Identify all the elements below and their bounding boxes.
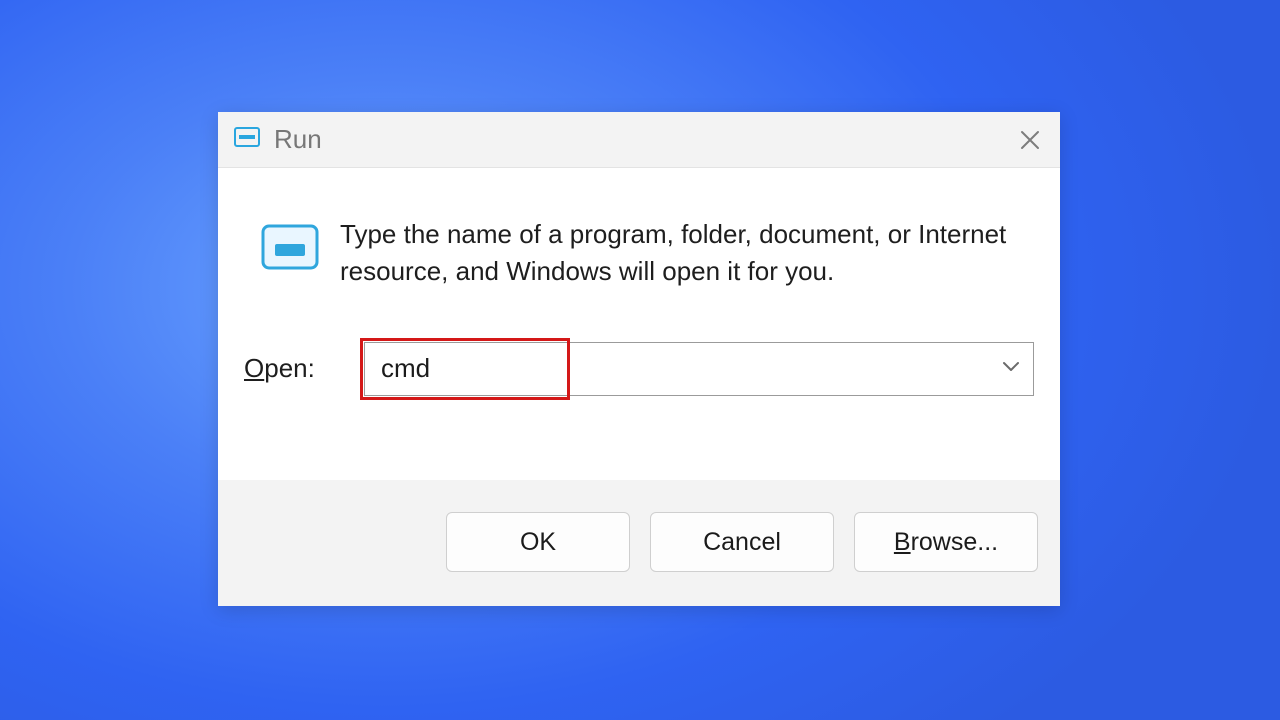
run-dialog: Run Type the name of a program, folder, …: [218, 112, 1060, 606]
dialog-body: Type the name of a program, folder, docu…: [218, 168, 1060, 480]
titlebar: Run: [218, 112, 1060, 168]
desktop-background: Run Type the name of a program, folder, …: [0, 0, 1280, 720]
run-app-icon: [234, 127, 260, 152]
open-label: Open:: [244, 353, 350, 384]
cancel-button[interactable]: Cancel: [650, 512, 834, 572]
open-input[interactable]: [364, 342, 1034, 396]
dialog-description: Type the name of a program, folder, docu…: [340, 216, 1034, 290]
ok-button[interactable]: OK: [446, 512, 630, 572]
open-combobox[interactable]: [364, 342, 1034, 396]
close-button[interactable]: [1018, 128, 1042, 152]
dialog-footer: OK Cancel Browse...: [218, 480, 1060, 606]
dialog-title: Run: [274, 124, 322, 155]
run-large-icon: [244, 216, 340, 276]
browse-button[interactable]: Browse...: [854, 512, 1038, 572]
